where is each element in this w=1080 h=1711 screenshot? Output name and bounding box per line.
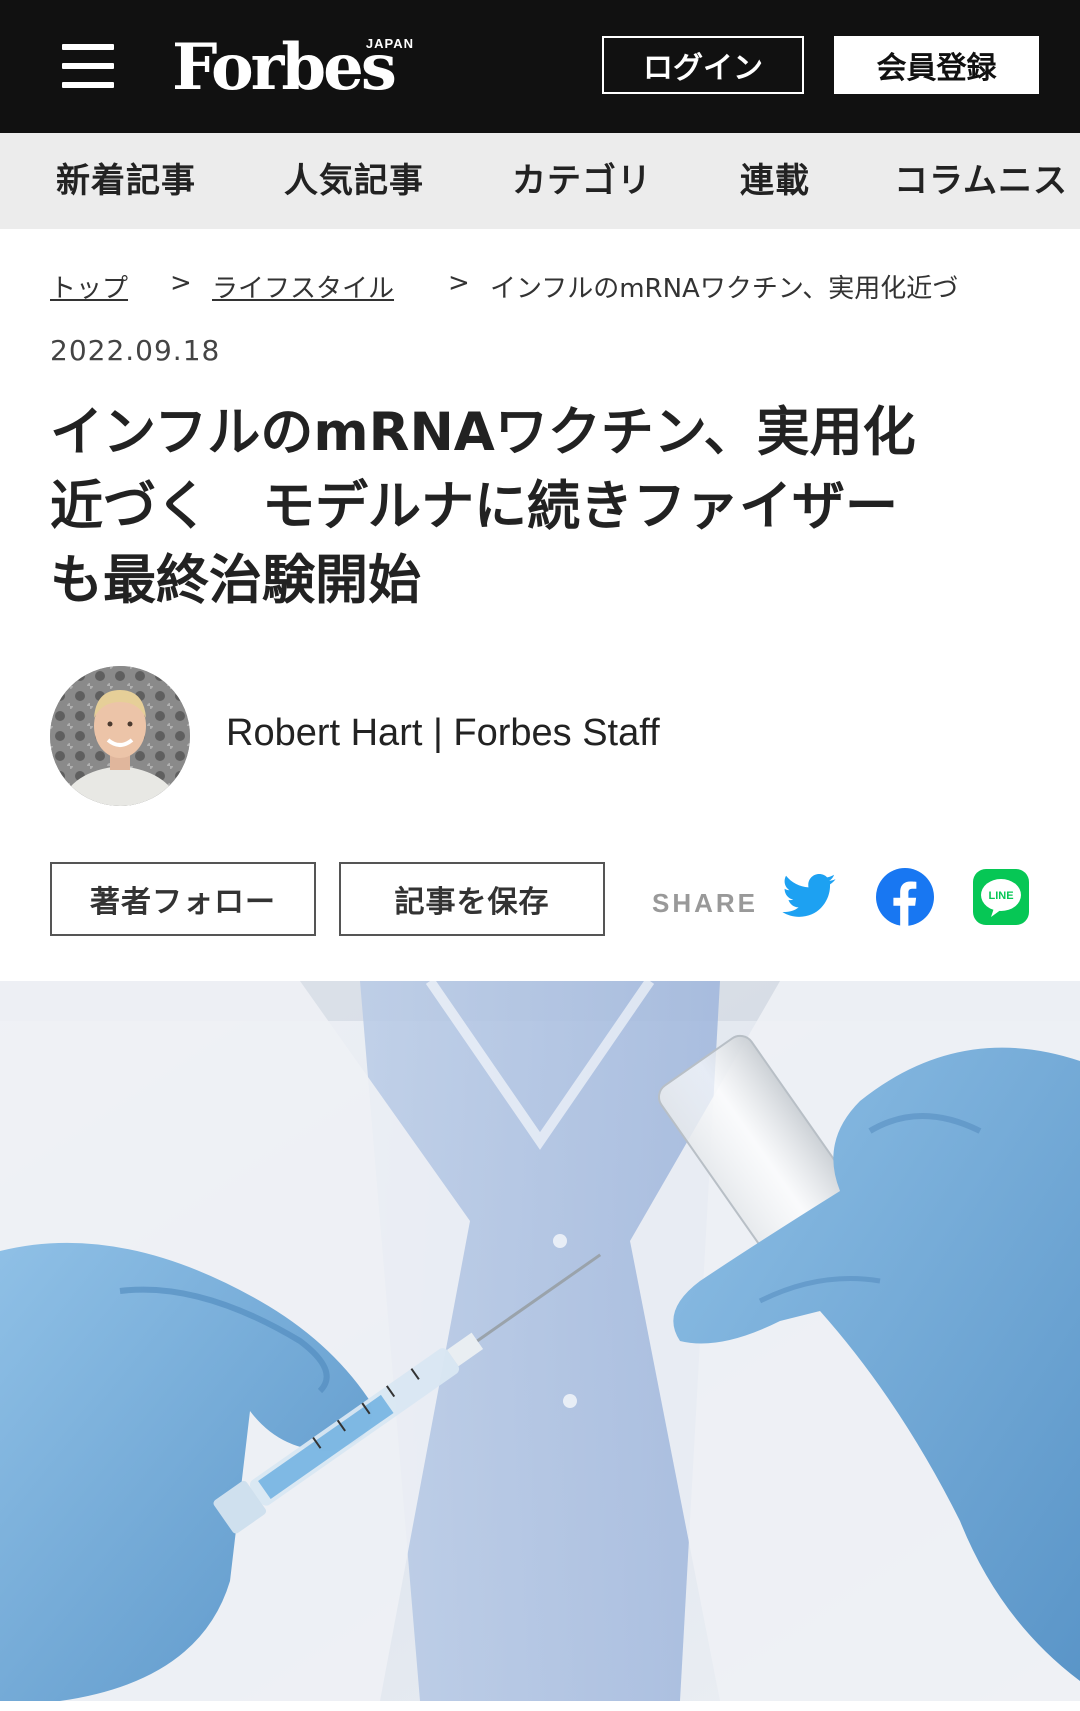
site-header: Forbes JAPAN ログイン 会員登録 xyxy=(0,0,1080,133)
logo-subtext: JAPAN xyxy=(365,36,414,51)
author-photo xyxy=(50,666,190,806)
nav-item-popular-articles[interactable]: 人気記事 xyxy=(284,133,424,229)
breadcrumb: トップ > ライフスタイル > インフルのmRNAワクチン、実用化近づ xyxy=(50,268,1030,308)
facebook-icon[interactable] xyxy=(876,868,934,926)
follow-author-button[interactable]: 著者フォロー xyxy=(50,862,316,936)
article-title-line: 近づく モデルナに続きファイザー xyxy=(50,476,898,537)
article-title-line: インフルのmRNAワクチン、実用化 xyxy=(50,402,916,463)
breadcrumb-current-page: インフルのmRNAワクチン、実用化近づ xyxy=(490,274,959,304)
author-name[interactable]: Robert Hart | Forbes Staff xyxy=(226,712,660,755)
nav-item-columnists[interactable]: コラムニス xyxy=(894,133,1068,229)
author-avatar[interactable] xyxy=(50,666,190,806)
article-title: インフルのmRNAワクチン、実用化 近づく モデルナに続きファイザー も最終治験… xyxy=(50,396,1040,618)
breadcrumb-separator: > xyxy=(170,268,192,298)
breadcrumb-lifestyle-link[interactable]: ライフスタイル xyxy=(212,268,394,305)
category-nav: 新着記事 人気記事 カテゴリ 連載 コラムニス xyxy=(0,133,1080,229)
share-label: SHARE xyxy=(652,888,759,918)
nav-item-series[interactable]: 連載 xyxy=(740,133,810,229)
hero-image-vaccine xyxy=(0,981,1080,1701)
signup-button[interactable]: 会員登録 xyxy=(834,36,1039,94)
breadcrumb-top-link[interactable]: トップ xyxy=(50,268,128,305)
publish-date: 2022.09.18 xyxy=(50,334,221,367)
nav-item-new-articles[interactable]: 新着記事 xyxy=(56,133,196,229)
forbes-japan-logo[interactable]: Forbes JAPAN xyxy=(172,30,422,106)
logo-wordmark: Forbes xyxy=(172,30,397,105)
login-button[interactable]: ログイン xyxy=(602,36,804,94)
hamburger-menu-icon[interactable] xyxy=(62,44,114,88)
article-title-line: も最終治験開始 xyxy=(50,550,421,611)
breadcrumb-separator: > xyxy=(448,268,470,298)
save-article-button[interactable]: 記事を保存 xyxy=(339,862,605,936)
twitter-icon[interactable] xyxy=(780,868,838,926)
breadcrumb-fade xyxy=(990,268,1030,308)
line-icon[interactable]: LINE xyxy=(972,868,1030,926)
hero-illustration xyxy=(0,981,1080,1701)
line-icon-text: LINE xyxy=(988,890,1013,902)
nav-item-categories[interactable]: カテゴリ xyxy=(512,133,652,229)
